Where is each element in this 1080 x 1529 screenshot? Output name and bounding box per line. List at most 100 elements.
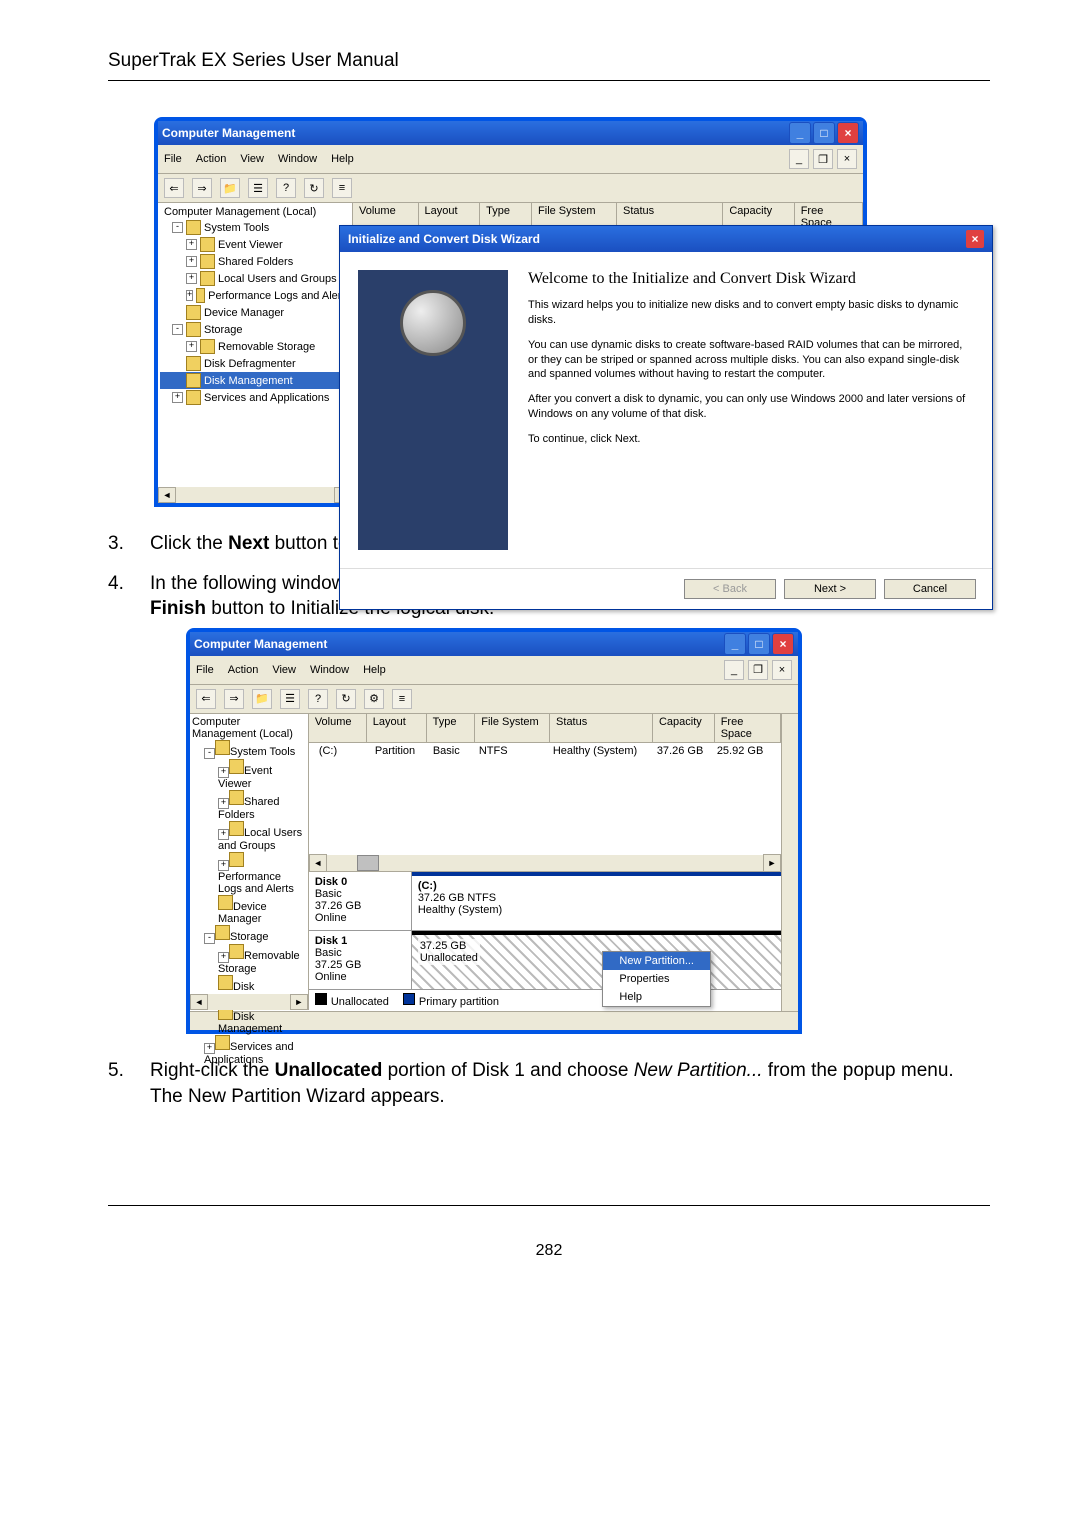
disk-0-partition-c[interactable]: (C:) 37.26 GB NTFS Healthy (System) — [412, 872, 781, 930]
context-menu: New Partition... Properties Help — [602, 951, 711, 1007]
legend-unallocated: Unallocated — [331, 996, 389, 1008]
tree-disk-defragmenter[interactable]: Disk Defragmenter — [160, 355, 350, 372]
ctx-new-partition[interactable]: New Partition... — [603, 952, 710, 970]
close-button-2[interactable]: × — [772, 633, 794, 655]
col-volume-2[interactable]: Volume — [309, 714, 367, 742]
tree-services-apps-2[interactable]: +Services and Applications — [192, 1035, 306, 1066]
tree-removable-storage[interactable]: +Removable Storage — [160, 338, 350, 355]
child-close-icon-2[interactable]: × — [772, 660, 792, 680]
tree-local-users[interactable]: +Local Users and Groups — [160, 270, 350, 287]
ctx-help[interactable]: Help — [603, 988, 710, 1006]
child-close-icon[interactable]: × — [837, 149, 857, 169]
tree-system-tools[interactable]: -System Tools — [160, 219, 350, 236]
child-restore-icon-2[interactable]: ❐ — [748, 660, 768, 680]
tree-event-viewer-2[interactable]: +Event Viewer — [192, 759, 306, 790]
tree-device-manager-2[interactable]: Device Manager — [192, 895, 306, 925]
tree-storage[interactable]: -Storage — [160, 321, 350, 338]
tree-scrollbar[interactable]: ◄► — [158, 487, 352, 503]
menu-help-2[interactable]: Help — [363, 664, 386, 676]
properties-icon-2[interactable]: ☰ — [280, 689, 300, 709]
refresh-icon[interactable]: ↻ — [304, 178, 324, 198]
col-capacity-2[interactable]: Capacity — [653, 714, 715, 742]
child-minimize-icon[interactable]: _ — [789, 149, 809, 169]
col-type-2[interactable]: Type — [427, 714, 476, 742]
tree-device-manager[interactable]: Device Manager — [160, 304, 350, 321]
col-free-space-2[interactable]: Free Space — [715, 714, 781, 742]
tree-local-users-2[interactable]: +Local Users and Groups — [192, 821, 306, 852]
list-icon-2[interactable]: ≡ — [392, 689, 412, 709]
wizard-dialog: Initialize and Convert Disk Wizard × Wel… — [339, 225, 993, 610]
tree-root-2[interactable]: Computer Management (Local) — [192, 716, 306, 740]
menu-window[interactable]: Window — [278, 153, 317, 165]
nav-back-icon[interactable]: ⇐ — [164, 178, 184, 198]
wizard-p4: To continue, click Next. — [528, 432, 974, 447]
step-5-number: 5. — [108, 1058, 150, 1109]
disk-1-row: Disk 1 Basic 37.25 GB Online 37.25 GB Un… — [309, 931, 781, 990]
wizard-banner — [358, 270, 508, 550]
wizard-cancel-button[interactable]: Cancel — [884, 579, 976, 599]
menu-action[interactable]: Action — [196, 153, 227, 165]
tree-removable-storage-2[interactable]: +Removable Storage — [192, 944, 306, 975]
menu-action-2[interactable]: Action — [228, 664, 259, 676]
wizard-next-button[interactable]: Next > — [784, 579, 876, 599]
minimize-button[interactable]: _ — [789, 122, 811, 144]
col-file-system-2[interactable]: File System — [475, 714, 550, 742]
wizard-p2: You can use dynamic disks to create soft… — [528, 338, 974, 383]
tree-root[interactable]: Computer Management (Local) — [160, 205, 350, 219]
close-button[interactable]: × — [837, 122, 859, 144]
right-pane: Volume Layout Type File System Status Ca… — [353, 203, 863, 503]
maximize-button-2[interactable]: □ — [748, 633, 770, 655]
folder-up-icon[interactable]: 📁 — [220, 178, 240, 198]
tree-system-tools-2[interactable]: -System Tools — [192, 740, 306, 759]
properties-icon[interactable]: ☰ — [248, 178, 268, 198]
child-restore-icon[interactable]: ❐ — [813, 149, 833, 169]
toolbar-2: ⇐ ⇒ 📁 ☰ ? ↻ ⚙ ≡ — [190, 685, 798, 714]
wizard-close-button[interactable]: × — [966, 230, 984, 248]
ctx-properties[interactable]: Properties — [603, 970, 710, 988]
right-pane-2: Volume Layout Type File System Status Ca… — [309, 714, 798, 1011]
minimize-button-2[interactable]: _ — [724, 633, 746, 655]
window-controls: _ □ × — [789, 122, 859, 144]
maximize-button[interactable]: □ — [813, 122, 835, 144]
help-icon-2[interactable]: ? — [308, 689, 328, 709]
tree-pane: Computer Management (Local) -System Tool… — [158, 203, 353, 503]
tree-storage-2[interactable]: -Storage — [192, 925, 306, 944]
menu-view-2[interactable]: View — [272, 664, 296, 676]
wizard-text-area: Welcome to the Initialize and Convert Di… — [528, 270, 974, 550]
help-icon[interactable]: ? — [276, 178, 296, 198]
col-status-2[interactable]: Status — [550, 714, 653, 742]
disk-0-info[interactable]: Disk 0 Basic 37.26 GB Online — [309, 872, 412, 930]
tree-event-viewer[interactable]: +Event Viewer — [160, 236, 350, 253]
footer-rule — [108, 1205, 990, 1206]
nav-forward-icon-2[interactable]: ⇒ — [224, 689, 244, 709]
volume-row-c[interactable]: (C:) Partition Basic NTFS Healthy (Syste… — [309, 743, 781, 759]
page-header: SuperTrak EX Series User Manual — [108, 50, 990, 72]
nav-forward-icon[interactable]: ⇒ — [192, 178, 212, 198]
tree-scrollbar-2[interactable]: ◄► — [190, 994, 308, 1010]
tree-services-apps[interactable]: +Services and Applications — [160, 389, 350, 406]
disk-1-info[interactable]: Disk 1 Basic 37.25 GB Online — [309, 931, 412, 989]
menu-window-2[interactable]: Window — [310, 664, 349, 676]
refresh-icon-2[interactable]: ↻ — [336, 689, 356, 709]
folder-up-icon-2[interactable]: 📁 — [252, 689, 272, 709]
disk-1-unallocated[interactable]: 37.25 GB Unallocated New Partition... Pr… — [412, 931, 781, 989]
volume-list-scrollbar[interactable]: ◄► — [309, 855, 781, 871]
tree-disk-management[interactable]: Disk Management — [160, 372, 350, 389]
tree-shared-folders[interactable]: +Shared Folders — [160, 253, 350, 270]
menu-file-2[interactable]: File — [196, 664, 214, 676]
list-icon[interactable]: ≡ — [332, 178, 352, 198]
child-minimize-icon-2[interactable]: _ — [724, 660, 744, 680]
menu-view[interactable]: View — [240, 153, 264, 165]
tree-perf-logs-2[interactable]: +Performance Logs and Alerts — [192, 852, 306, 895]
tree-perf-logs[interactable]: +Performance Logs and Alerts — [160, 287, 350, 304]
menu-file[interactable]: File — [164, 153, 182, 165]
window-computer-management: Computer Management _ □ × File Action Vi… — [154, 117, 867, 507]
tree-shared-folders-2[interactable]: +Shared Folders — [192, 790, 306, 821]
settings-icon-2[interactable]: ⚙ — [364, 689, 384, 709]
volume-column-headers-2: Volume Layout Type File System Status Ca… — [309, 714, 781, 743]
wizard-body: Welcome to the Initialize and Convert Di… — [340, 252, 992, 568]
col-layout-2[interactable]: Layout — [367, 714, 427, 742]
disk-area-vscroll[interactable] — [781, 714, 798, 1011]
menu-help[interactable]: Help — [331, 153, 354, 165]
nav-back-icon-2[interactable]: ⇐ — [196, 689, 216, 709]
